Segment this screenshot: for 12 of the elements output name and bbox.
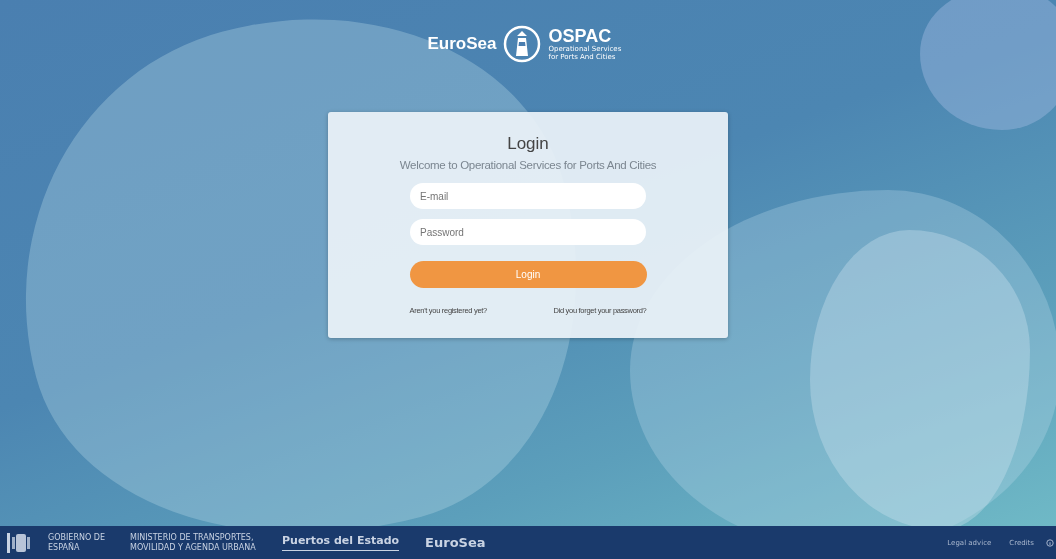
eurosea-logo: EuroSea <box>427 34 497 54</box>
password-field[interactable]: Password <box>410 219 646 245</box>
login-title: Login <box>507 134 549 154</box>
welcome-text: Welcome to Operational Services for Ports And Cities <box>399 159 657 171</box>
email-field[interactable]: E-mail <box>410 183 646 209</box>
puertos-logo: Puertos del Estado <box>282 534 400 551</box>
info-icon[interactable] <box>1046 538 1054 547</box>
ospac-logo: OSPAC <box>548 27 612 45</box>
eurosea-logo: EuroSea <box>425 535 486 550</box>
ministry-label: MINISTERIO DE TRANSPORTES, MOVILIDAD Y AGENDA URBANA <box>130 532 257 553</box>
lighthouse-icon <box>502 24 543 64</box>
government-label: GOBIERNO DE ESPAÑA <box>48 532 106 553</box>
